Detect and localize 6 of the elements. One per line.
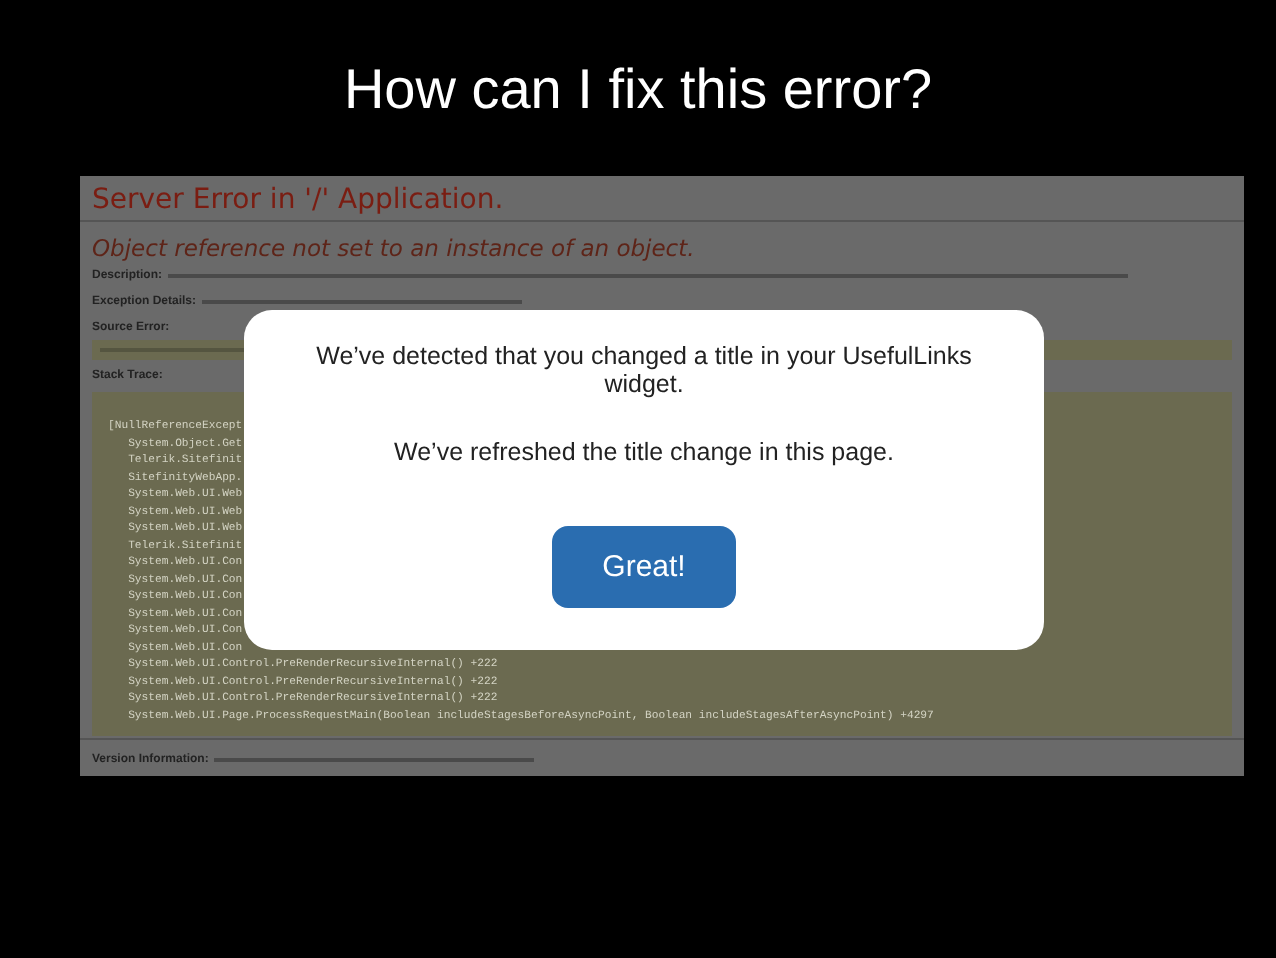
confirm-button[interactable]: Great! [552, 526, 736, 608]
slide-title: How can I fix this error? [341, 56, 935, 120]
error-message: Object reference not set to an instance of an object. [92, 234, 697, 262]
dialog-message: We’ve refreshed the title change in this page. [392, 438, 896, 466]
error-heading: Server Error in '/' Application. [92, 182, 506, 218]
dialog-message: We’ve detected that you changed a title in your UsefulLinks widget. [314, 342, 974, 398]
